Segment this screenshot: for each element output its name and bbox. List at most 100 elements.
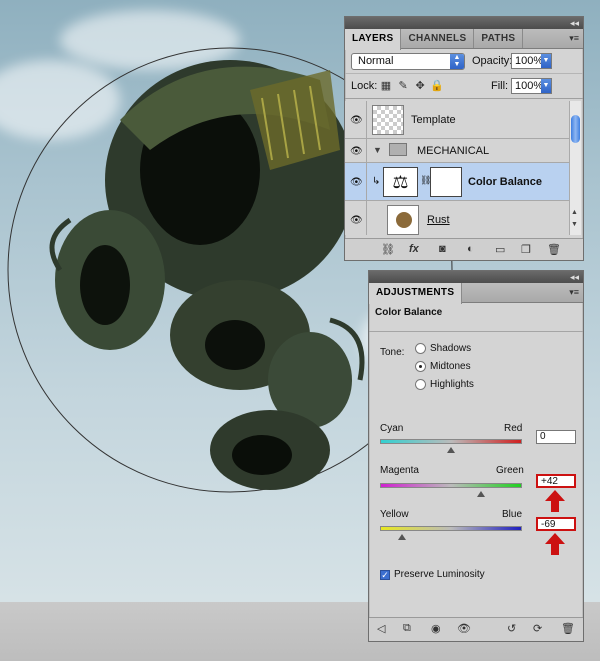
slider-right-label: Green [496,465,524,476]
layer-list: 👁 Template 👁 ▼ MECHANICAL 👁 ↳ ⚖ ⛓ Color … [345,101,570,235]
collapse-icon[interactable]: ◂◂ [570,17,579,29]
opacity-value: 100% [515,55,544,67]
artwork-left-pod-hole [80,245,130,325]
cyan-red-slider-track[interactable] [380,439,522,444]
eye-icon: 👁 [350,176,363,188]
slider-knob[interactable] [447,447,455,453]
radio-label: Highlights [430,379,474,391]
expanded-view-icon[interactable]: ⧉ [403,622,411,635]
layer-name: Template [411,114,456,126]
folder-icon [389,143,407,156]
slider-knob[interactable] [398,534,406,540]
collapse-icon[interactable]: ◂◂ [570,271,579,283]
layer-row-template[interactable]: 👁 Template [345,101,570,139]
annotation-arrow-icon [545,490,565,512]
chevron-down-icon[interactable]: ▼ [541,79,551,93]
chevron-down-icon[interactable]: ▼ [541,54,551,68]
layers-bottom-toolbar: ⛓ fx ◙ ◐ ▭ ❐ 🗑 [345,238,583,260]
triangle-down-icon[interactable]: ▼ [373,145,382,155]
blend-mode-value: Normal [358,55,394,67]
trash-icon[interactable]: 🗑 [561,622,575,635]
link-layers-icon[interactable]: ⛓ [381,243,395,256]
adjustment-layer-icon[interactable]: ◐ [467,243,474,255]
visibility-toggle[interactable]: 👁 [345,201,367,235]
clip-arrow-icon: ↳ [372,176,381,187]
lock-transparent-icon[interactable]: ▦ [379,79,393,92]
slider-right-label: Blue [502,509,523,520]
layer-thumbnail [372,105,404,135]
eye-icon: 👁 [350,145,363,157]
blend-row: Normal ▲ ▼ Opacity: 100% ▼ [345,49,583,74]
lock-icons: ▦ ✎ ✥ 🔒 [379,79,444,92]
layer-mask-thumbnail[interactable] [430,167,462,197]
clip-to-layer-icon[interactable]: ◉ [431,622,441,635]
fx-icon[interactable]: fx [409,243,419,255]
panel-titlebar[interactable]: ◂◂ [369,271,583,283]
view-previous-icon[interactable]: ↺ [507,622,516,635]
magenta-green-value-field[interactable]: +42 [536,474,576,488]
lock-image-icon[interactable]: ✎ [396,79,410,92]
new-group-icon[interactable]: ▭ [495,243,505,256]
visibility-toggle[interactable]: 👁 [345,101,367,138]
scroll-up-icon[interactable]: ▲ [571,209,578,216]
scroll-down-icon[interactable]: ▼ [571,221,578,228]
eye-icon[interactable]: 👁 [457,622,471,635]
scrollbar-thumb[interactable] [571,115,580,143]
cyan-red-value-field[interactable]: 0 [536,430,576,444]
radio-button[interactable] [415,379,426,390]
new-layer-icon[interactable]: ❐ [521,243,531,256]
radio-highlights[interactable]: Highlights [415,379,474,390]
layer-thumbnail [387,205,419,235]
fill-field[interactable]: 100% ▼ [511,78,552,94]
slider-left-label: Cyan [380,423,404,434]
artwork-bottom-pod-hole [232,435,292,475]
add-mask-icon[interactable]: ◙ [439,243,446,255]
layer-row-color-balance[interactable]: 👁 ↳ ⚖ ⛓ Color Balance [345,163,570,201]
radio-button[interactable] [415,343,426,354]
adjustments-bottom-toolbar: ◁ ⧉ ◉ 👁 ↺ ⟳ 🗑 [369,617,583,641]
layers-tab-bar: LAYERS CHANNELS PATHS ▾≡ [345,29,583,50]
lock-row: Lock: ▦ ✎ ✥ 🔒 Fill: 100% ▼ [345,74,583,99]
layer-name: Rust [427,214,450,226]
panel-titlebar[interactable]: ◂◂ [345,17,583,29]
panel-menu-icon[interactable]: ▾≡ [569,33,579,44]
trash-icon[interactable]: 🗑 [547,243,561,256]
layer-name: Color Balance [468,176,542,188]
lock-position-icon[interactable]: ✥ [413,79,427,92]
layer-row-rust[interactable]: 👁 Rust [345,201,570,235]
fill-label: Fill: [491,80,509,92]
radio-button[interactable] [415,361,426,372]
yellow-blue-value-field[interactable]: -69 [536,517,576,531]
preserve-luminosity-checkbox[interactable]: ✓ [380,570,390,580]
reset-icon[interactable]: ⟳ [533,622,542,635]
blend-mode-select[interactable]: Normal ▲ ▼ [351,53,465,70]
tone-label: Tone: [380,347,405,358]
back-arrow-icon[interactable]: ◁ [377,622,385,635]
slider-left-label: Magenta [380,465,419,476]
group-name: MECHANICAL [417,145,490,157]
slider-knob[interactable] [476,491,485,497]
rust-texture-preview [396,212,412,228]
radio-midtones[interactable]: Midtones [415,361,471,372]
lock-all-icon[interactable]: 🔒 [430,79,444,92]
preserve-luminosity-label: Preserve Luminosity [394,569,485,580]
layer-row-mechanical[interactable]: 👁 ▼ MECHANICAL [345,139,570,163]
layers-scrollbar[interactable]: ▲ ▼ [569,101,581,235]
opacity-label: Opacity: [472,55,513,67]
eye-icon: 👁 [350,114,363,126]
tab-channels[interactable]: CHANNELS [401,29,475,48]
select-arrows-icon: ▲ ▼ [450,54,464,69]
visibility-toggle[interactable]: 👁 [345,163,367,200]
radio-shadows[interactable]: Shadows [415,343,471,354]
magenta-green-slider-track[interactable] [380,483,522,488]
tab-adjustments[interactable]: ADJUSTMENTS [369,283,463,304]
visibility-toggle[interactable]: 👁 [345,139,367,162]
opacity-field[interactable]: 100% ▼ [511,53,552,69]
eye-icon: 👁 [350,214,363,226]
panel-menu-icon[interactable]: ▾≡ [569,287,579,298]
tab-paths[interactable]: PATHS [474,29,524,48]
yellow-blue-slider-track[interactable] [380,526,522,531]
artwork-center-pod-hole [205,320,265,370]
balance-scale-icon: ⚖ [383,167,418,197]
tab-layers[interactable]: LAYERS [345,29,402,50]
